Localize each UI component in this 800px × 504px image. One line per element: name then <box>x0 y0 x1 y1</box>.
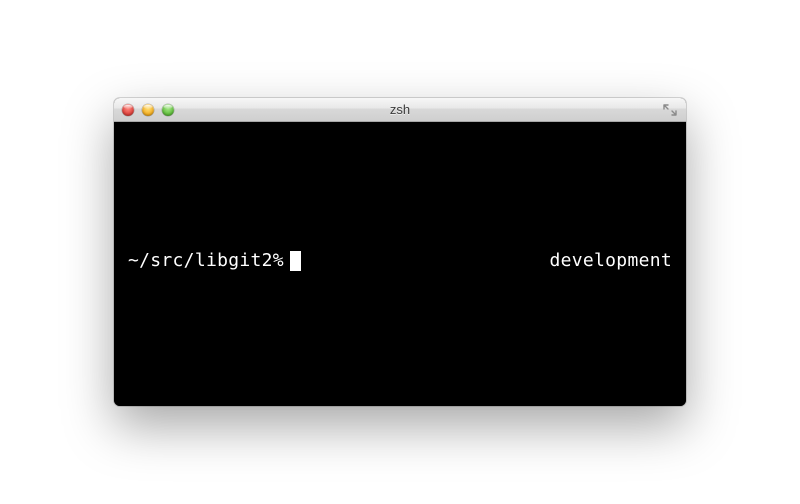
prompt-left: ~/src/libgit2% <box>128 250 301 271</box>
traffic-lights <box>122 104 174 116</box>
minimize-button[interactable] <box>142 104 154 116</box>
terminal-content[interactable]: ~/src/libgit2% development <box>114 122 686 406</box>
prompt-right: development <box>549 250 672 271</box>
terminal-window: zsh ~/src/libgit2% development <box>114 98 686 406</box>
prompt-line: ~/src/libgit2% development <box>128 250 672 271</box>
prompt-text: ~/src/libgit2% <box>128 250 284 271</box>
zoom-button[interactable] <box>162 104 174 116</box>
titlebar[interactable]: zsh <box>114 98 686 122</box>
window-title: zsh <box>114 102 686 117</box>
fullscreen-button[interactable] <box>662 103 678 117</box>
fullscreen-icon <box>663 104 677 116</box>
close-button[interactable] <box>122 104 134 116</box>
cursor <box>290 251 301 271</box>
